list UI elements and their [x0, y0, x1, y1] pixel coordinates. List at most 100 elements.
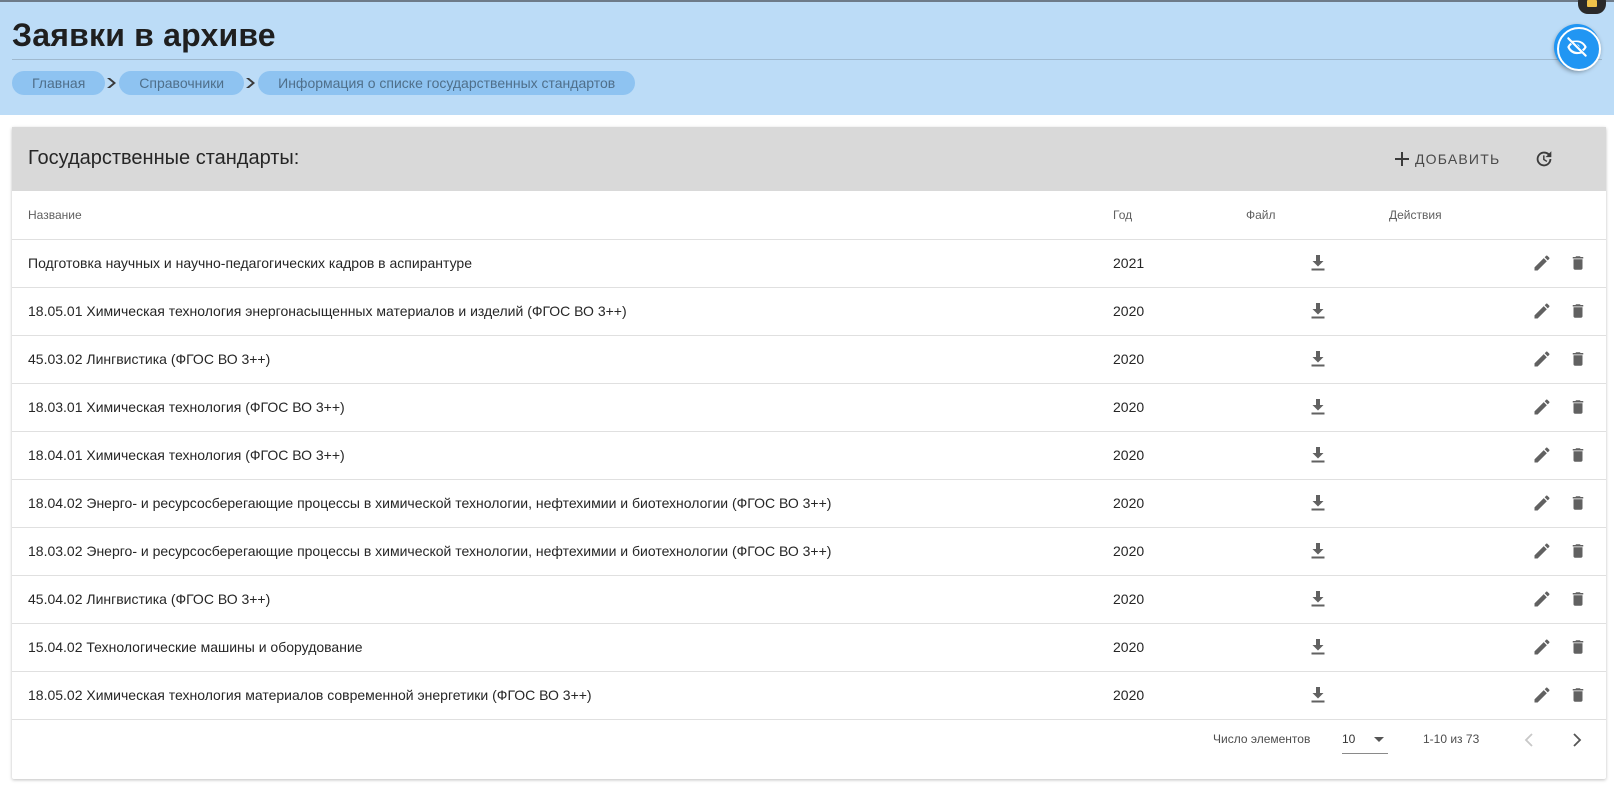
column-header-name[interactable]: Название: [12, 191, 1113, 240]
file-cell: [1246, 287, 1389, 336]
download-icon[interactable]: [1306, 491, 1330, 515]
add-button-label: ДОБАВИТЬ: [1415, 151, 1501, 167]
download-icon[interactable]: [1306, 395, 1330, 419]
breadcrumb: Главная Справочники Информация о списке …: [12, 71, 636, 95]
table-row[interactable]: 18.05.01 Химическая технология энергонас…: [12, 287, 1606, 336]
edit-icon[interactable]: [1530, 683, 1554, 707]
download-icon[interactable]: [1306, 635, 1330, 659]
actions-cell: [1389, 479, 1606, 528]
download-icon[interactable]: [1306, 683, 1330, 707]
standard-year-cell: 2020: [1113, 623, 1246, 672]
table-row[interactable]: 18.03.01 Химическая технология (ФГОС ВО …: [12, 383, 1606, 432]
standard-name-cell: 45.03.02 Лингвистика (ФГОС ВО 3++): [12, 335, 1113, 384]
actions-cell: [1389, 575, 1606, 624]
edit-icon[interactable]: [1530, 539, 1554, 563]
table-row[interactable]: 18.03.02 Энерго- и ресурсосберегающие пр…: [12, 527, 1606, 576]
standard-name-cell: 18.05.01 Химическая технология энергонас…: [12, 287, 1113, 336]
edit-icon[interactable]: [1530, 443, 1554, 467]
delete-icon[interactable]: [1566, 299, 1590, 323]
add-button[interactable]: ДОБАВИТЬ: [1393, 144, 1500, 174]
actions-cell: [1389, 527, 1606, 576]
download-icon[interactable]: [1306, 299, 1330, 323]
download-icon[interactable]: [1306, 539, 1330, 563]
standard-year-cell: 2021: [1113, 239, 1246, 288]
edit-icon[interactable]: [1530, 347, 1554, 371]
delete-icon[interactable]: [1566, 635, 1590, 659]
delete-icon[interactable]: [1566, 587, 1590, 611]
notification-badge[interactable]: [1578, 0, 1606, 14]
standard-year-cell: 2020: [1113, 479, 1246, 528]
edit-icon[interactable]: [1530, 635, 1554, 659]
plus-icon: [1393, 150, 1411, 168]
page-size-label: Число элементов: [1213, 732, 1311, 746]
edit-icon[interactable]: [1530, 251, 1554, 275]
delete-icon[interactable]: [1566, 251, 1590, 275]
paginator: Число элементов 10 1-10 из 73: [12, 712, 1606, 768]
previous-page-button[interactable]: [1517, 728, 1541, 752]
standard-name-cell: 18.04.01 Химическая технология (ФГОС ВО …: [12, 431, 1113, 480]
table-header-row: Название Год Файл Действия: [12, 191, 1606, 240]
actions-cell: [1389, 335, 1606, 384]
page-size-value: 10: [1342, 732, 1356, 746]
standard-name-cell: 15.04.02 Технологические машины и оборуд…: [12, 623, 1113, 672]
page-size-select[interactable]: 10: [1342, 724, 1388, 754]
table-row[interactable]: 45.03.02 Лингвистика (ФГОС ВО 3++) 2020: [12, 335, 1606, 384]
delete-icon[interactable]: [1566, 443, 1590, 467]
standard-name-cell: Подготовка научных и научно-педагогическ…: [12, 239, 1113, 288]
file-cell: [1246, 335, 1389, 384]
breadcrumb-home[interactable]: Главная: [12, 71, 106, 95]
delete-icon[interactable]: [1566, 395, 1590, 419]
standard-year-cell: 2020: [1113, 575, 1246, 624]
actions-cell: [1389, 431, 1606, 480]
edit-icon[interactable]: [1530, 299, 1554, 323]
download-icon[interactable]: [1306, 587, 1330, 611]
breadcrumb-current[interactable]: Информация о списке государственных стан…: [258, 71, 636, 95]
dropdown-caret-icon: [1374, 732, 1384, 746]
table-row[interactable]: 45.04.02 Лингвистика (ФГОС ВО 3++) 2020: [12, 575, 1606, 624]
refresh-icon: [1533, 148, 1555, 170]
standard-name-cell: 45.04.02 Лингвистика (ФГОС ВО 3++): [12, 575, 1113, 624]
actions-cell: [1389, 287, 1606, 336]
edit-icon[interactable]: [1530, 587, 1554, 611]
file-cell: [1246, 527, 1389, 576]
standard-name-cell: 18.03.02 Энерго- и ресурсосберегающие пр…: [12, 527, 1113, 576]
edit-icon[interactable]: [1530, 491, 1554, 515]
standard-year-cell: 2020: [1113, 431, 1246, 480]
table-row[interactable]: 18.04.02 Энерго- и ресурсосберегающие пр…: [12, 479, 1606, 528]
standard-name-cell: 18.03.01 Химическая технология (ФГОС ВО …: [12, 383, 1113, 432]
visibility-toggle-button[interactable]: [1554, 24, 1601, 71]
breadcrumb-separator-icon: [244, 71, 258, 95]
standard-year-cell: 2020: [1113, 383, 1246, 432]
edit-icon[interactable]: [1530, 395, 1554, 419]
column-header-year[interactable]: Год: [1113, 191, 1246, 240]
delete-icon[interactable]: [1566, 491, 1590, 515]
table-row[interactable]: 15.04.02 Технологические машины и оборуд…: [12, 623, 1606, 672]
column-header-file: Файл: [1246, 191, 1389, 240]
file-cell: [1246, 575, 1389, 624]
table-row[interactable]: Подготовка научных и научно-педагогическ…: [12, 239, 1606, 288]
next-page-button[interactable]: [1565, 728, 1589, 752]
file-cell: [1246, 239, 1389, 288]
refresh-button[interactable]: [1529, 144, 1559, 174]
delete-icon[interactable]: [1566, 347, 1590, 371]
delete-icon[interactable]: [1566, 683, 1590, 707]
delete-icon[interactable]: [1566, 539, 1590, 563]
download-icon[interactable]: [1306, 443, 1330, 467]
actions-cell: [1389, 383, 1606, 432]
actions-cell: [1389, 239, 1606, 288]
file-cell: [1246, 431, 1389, 480]
standard-name-cell: 18.04.02 Энерго- и ресурсосберегающие пр…: [12, 479, 1113, 528]
table-row[interactable]: 18.04.01 Химическая технология (ФГОС ВО …: [12, 431, 1606, 480]
standard-year-cell: 2020: [1113, 335, 1246, 384]
card-header: Государственные стандарты: ДОБАВИТЬ: [12, 127, 1606, 191]
standard-year-cell: 2020: [1113, 527, 1246, 576]
title-divider: [12, 59, 1602, 60]
card-title: Государственные стандарты:: [28, 147, 300, 169]
file-cell: [1246, 623, 1389, 672]
file-cell: [1246, 383, 1389, 432]
breadcrumb-references[interactable]: Справочники: [119, 71, 245, 95]
standards-card: Государственные стандарты: ДОБАВИТЬ Назв…: [12, 127, 1606, 779]
download-icon[interactable]: [1306, 251, 1330, 275]
download-icon[interactable]: [1306, 347, 1330, 371]
page-range-label: 1-10 из 73: [1423, 732, 1480, 746]
